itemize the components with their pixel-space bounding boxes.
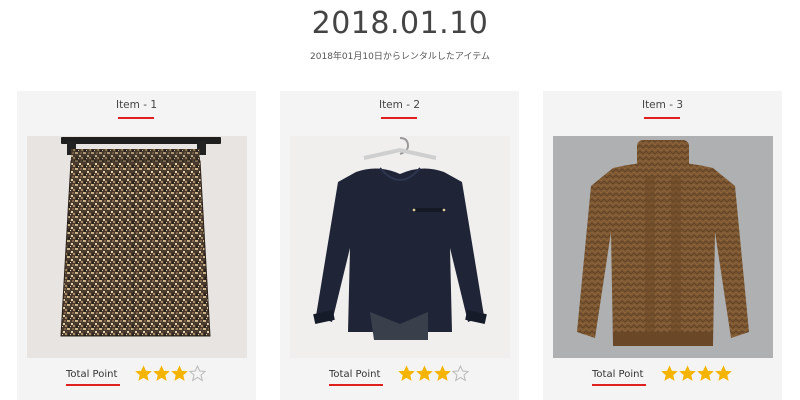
star-filled-icon [715, 365, 732, 381]
item-title-underline [381, 117, 417, 119]
star-empty-icon [452, 365, 469, 382]
item-footer: Total Point [543, 365, 782, 387]
total-point-underline [592, 384, 646, 386]
item-photo-sweater[interactable] [553, 136, 773, 358]
item-card[interactable]: Item - 1 Total Point [17, 91, 256, 400]
star-filled-icon [398, 365, 415, 381]
total-point-label: Total Point [592, 369, 644, 380]
item-card[interactable]: Item - 2 Total Point [280, 91, 519, 400]
item-card-list: Item - 1 Total Point Item - 2 Total Poin… [17, 91, 792, 400]
item-photo-skirt[interactable] [27, 136, 247, 358]
item-photo-blouse[interactable] [290, 136, 510, 358]
page-subtitle: 2018年01月10日からレンタルしたアイテム [310, 52, 490, 62]
total-point-underline [329, 384, 383, 386]
star-filled-icon [171, 365, 188, 381]
item-footer: Total Point [17, 365, 256, 387]
star-filled-icon [153, 365, 170, 381]
star-filled-icon [679, 365, 696, 381]
item-title: Item - 1 [115, 99, 158, 111]
star-filled-icon [434, 365, 451, 381]
page-title-date: 2018.01.10 [311, 6, 489, 41]
item-title-underline [644, 117, 680, 119]
item-title: Item - 3 [641, 99, 684, 111]
total-point-underline [66, 384, 120, 386]
star-rating [661, 365, 733, 385]
star-empty-icon [189, 365, 206, 382]
item-title: Item - 2 [378, 99, 421, 111]
total-point-label: Total Point [66, 369, 118, 380]
star-filled-icon [661, 365, 678, 381]
star-rating [135, 365, 207, 385]
item-footer: Total Point [280, 365, 519, 387]
star-filled-icon [697, 365, 714, 381]
page-header: 2018.01.10 2018年01月10日からレンタルしたアイテム [0, 0, 800, 63]
star-filled-icon [135, 365, 152, 381]
item-title-underline [118, 117, 154, 119]
star-rating [398, 365, 470, 385]
star-filled-icon [416, 365, 433, 381]
item-card[interactable]: Item - 3 Total Point [543, 91, 782, 400]
total-point-label: Total Point [329, 369, 381, 380]
